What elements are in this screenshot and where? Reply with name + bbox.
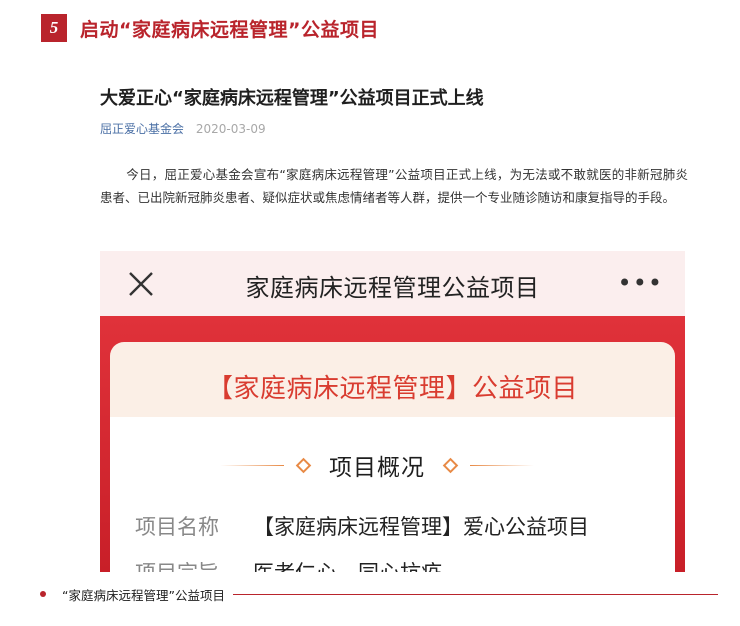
project-card-body bbox=[110, 417, 675, 572]
footer-rule bbox=[232, 593, 718, 595]
footer: “家庭病床远程管理”公益项目 bbox=[40, 584, 718, 604]
diamond-ornament-icon bbox=[295, 457, 312, 473]
overview-heading: 项目概况 bbox=[220, 448, 534, 482]
section-title: 启动“家庭病床远程管理”公益项目 bbox=[80, 18, 379, 41]
embedded-phone-screenshot: 家庭病床远程管理公益项目 ••• 【家庭病床远程管理】公益项目 项目概况 项目名… bbox=[100, 251, 685, 572]
article-title: 大爱正心“家庭病床远程管理”公益项目正式上线 bbox=[100, 88, 484, 109]
field-label: 项目名称 bbox=[135, 515, 219, 539]
phone-bar-title: 家庭病床远程管理公益项目 bbox=[245, 274, 540, 302]
article-date: 2020-03-09 bbox=[195, 122, 266, 136]
footer-caption: “家庭病床远程管理”公益项目 bbox=[62, 587, 225, 603]
field-value: 医者仁心，同心抗疫 bbox=[253, 557, 442, 572]
field-label: 项目宗旨 bbox=[135, 557, 253, 572]
article-source-link[interactable]: 屈正爱心基金会 bbox=[100, 122, 184, 136]
field-value: 【家庭病床远程管理】爱心公益项目 bbox=[253, 515, 589, 539]
section-number-badge: 5 bbox=[41, 14, 67, 42]
field-row-project-name: 项目名称 【家庭病床远程管理】爱心公益项目 bbox=[135, 511, 589, 541]
article-meta: 屈正爱心基金会 2020-03-09 bbox=[100, 120, 266, 137]
project-card-title: 【家庭病床远程管理】公益项目 bbox=[206, 374, 578, 404]
section-header: 5 启动“家庭病床远程管理”公益项目 bbox=[41, 12, 379, 44]
overview-title: 项目概况 bbox=[329, 455, 425, 481]
more-icon[interactable]: ••• bbox=[618, 269, 663, 297]
phone-title-bar: 家庭病床远程管理公益项目 ••• bbox=[100, 251, 685, 316]
bullet-dot-icon bbox=[40, 591, 46, 597]
ornament-line-right bbox=[470, 464, 534, 466]
diamond-ornament-icon bbox=[442, 457, 459, 473]
article-body: 今日，屈正爱心基金会宣布“家庭病床远程管理”公益项目正式上线，为无法或不敢就医的… bbox=[100, 167, 688, 205]
field-row-project-purpose: 项目宗旨 医者仁心，同心抗疫 bbox=[135, 557, 442, 572]
ornament-line-left bbox=[220, 464, 284, 466]
